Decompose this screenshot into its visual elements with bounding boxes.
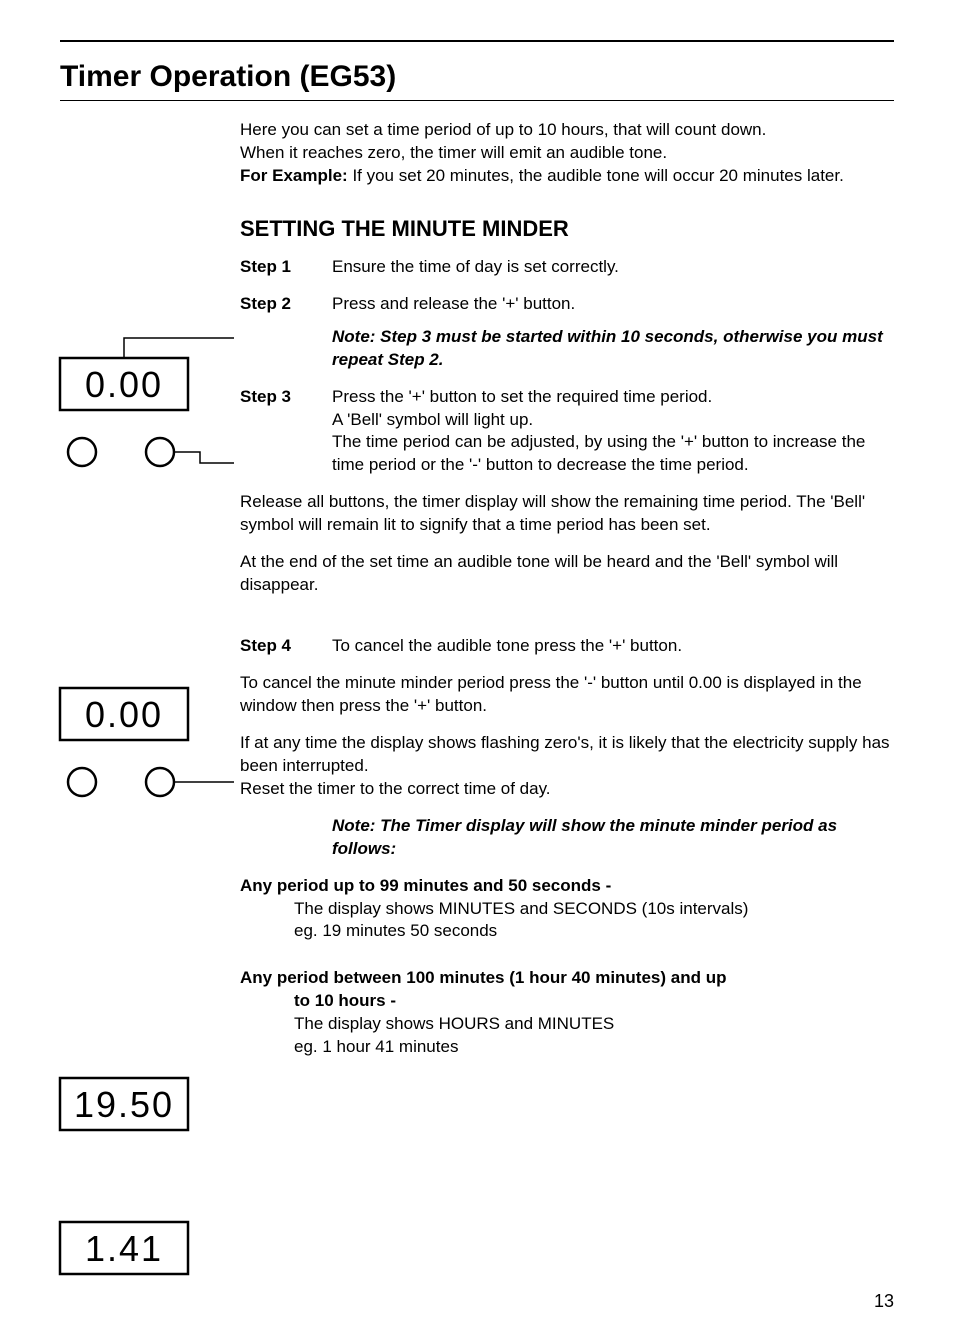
step-4-label: Step 4 <box>240 635 332 658</box>
flashing-l2: Reset the timer to the correct time of d… <box>240 779 551 798</box>
minus-button-icon-2 <box>68 768 96 796</box>
period2-l2: eg. 1 hour 41 minutes <box>294 1036 894 1059</box>
end-para: At the end of the set time an audible to… <box>240 551 894 597</box>
step-2-text: Press and release the '+' button. <box>332 293 894 316</box>
cancel-para: To cancel the minute minder period press… <box>240 672 894 718</box>
minus-button-icon <box>68 438 96 466</box>
step-1: Step 1 Ensure the time of day is set cor… <box>240 256 894 279</box>
step-1-text: Ensure the time of day is set correctly. <box>332 256 894 279</box>
display-box-3 <box>60 1078 188 1130</box>
display-box-2 <box>60 688 188 740</box>
step-3-l2: A 'Bell' symbol will light up. <box>332 409 894 432</box>
period1-l2: eg. 19 minutes 50 seconds <box>294 920 894 943</box>
display-note-row: Note: The Timer display will show the mi… <box>240 815 894 861</box>
page-title: Timer Operation (EG53) <box>60 60 894 94</box>
flashing-l1: If at any time the display shows flashin… <box>240 733 890 775</box>
top-rule <box>60 40 894 42</box>
step-4-text: To cancel the audible tone press the '+'… <box>332 635 894 658</box>
example-text: If you set 20 minutes, the audible tone … <box>352 166 843 185</box>
period2-block: Any period between 100 minutes (1 hour 4… <box>240 967 894 1059</box>
page-number: 13 <box>874 1291 894 1312</box>
period1-block: Any period up to 99 minutes and 50 secon… <box>240 875 894 944</box>
intro-line1: Here you can set a time period of up to … <box>240 120 766 139</box>
intro-block: Here you can set a time period of up to … <box>240 119 894 188</box>
period1-head: Any period up to 99 minutes and 50 secon… <box>240 875 894 898</box>
connector-step3 <box>174 452 234 463</box>
main-content: Here you can set a time period of up to … <box>240 119 894 1059</box>
flashing-para: If at any time the display shows flashin… <box>240 732 894 801</box>
step-2-note: Note: Step 3 must be started within 10 s… <box>332 326 894 372</box>
step-4: Step 4 To cancel the audible tone press … <box>240 635 894 658</box>
display-box-1 <box>60 358 188 410</box>
display-note: Note: The Timer display will show the mi… <box>332 815 894 861</box>
period1-l1: The display shows MINUTES and SECONDS (1… <box>294 898 894 921</box>
period2-l1: The display shows HOURS and MINUTES <box>294 1013 894 1036</box>
plus-button-icon-2 <box>146 768 174 796</box>
intro-line2: When it reaches zero, the timer will emi… <box>240 143 667 162</box>
display-box-4 <box>60 1222 188 1274</box>
example-label: For Example: <box>240 166 348 185</box>
step-3-l3: The time period can be adjusted, by usin… <box>332 431 894 477</box>
step-3: Step 3 Press the '+' button to set the r… <box>240 386 894 478</box>
step-1-label: Step 1 <box>240 256 332 279</box>
step-2: Step 2 Press and release the '+' button.… <box>240 293 894 372</box>
display-text-3: 19.50 <box>74 1084 174 1125</box>
title-rule <box>60 100 894 101</box>
step-2-label: Step 2 <box>240 293 332 372</box>
display-text-1: 0.00 <box>85 364 163 405</box>
display-text-4: 1.41 <box>85 1228 163 1269</box>
section-heading: SETTING THE MINUTE MINDER <box>240 216 894 242</box>
connector-step2 <box>124 338 234 358</box>
step-3-label: Step 3 <box>240 386 332 478</box>
plus-button-icon <box>146 438 174 466</box>
display-text-2: 0.00 <box>85 694 163 735</box>
release-para: Release all buttons, the timer display w… <box>240 491 894 537</box>
period2-head: Any period between 100 minutes (1 hour 4… <box>240 967 894 1013</box>
step-3-l1: Press the '+' button to set the required… <box>332 386 894 409</box>
